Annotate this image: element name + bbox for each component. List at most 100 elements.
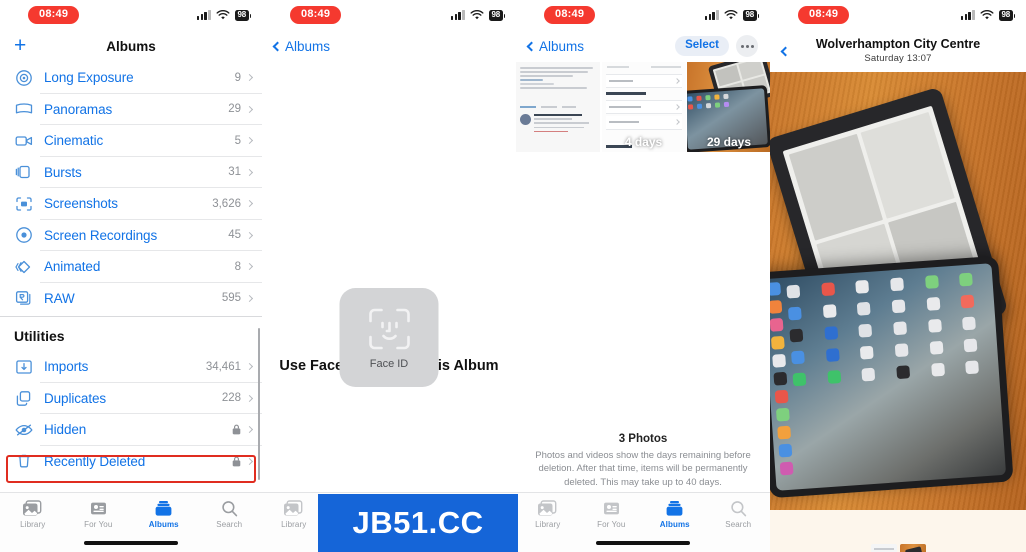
list-item[interactable]: Bursts 31 — [0, 157, 262, 189]
photo-thumbnail[interactable]: 29 days — [687, 62, 770, 152]
list-item-recently-deleted[interactable]: Recently Deleted — [0, 446, 262, 478]
list-item[interactable]: Duplicates 228 — [0, 383, 262, 415]
tab-search[interactable]: Search — [197, 500, 263, 529]
list-item[interactable]: Hidden — [0, 414, 262, 446]
page-title: Albums — [106, 38, 156, 54]
home-indicator — [84, 541, 178, 545]
battery-icon: 98 — [998, 9, 1015, 21]
filmstrip-thumbnail[interactable] — [870, 544, 897, 552]
lock-icon — [232, 456, 241, 467]
chevron-right-icon — [245, 394, 254, 402]
watermark-text: JB51.CC — [352, 505, 484, 540]
tab-label: Albums — [659, 520, 690, 529]
chevron-right-icon — [245, 294, 254, 302]
filmstrip-thumbnail[interactable] — [899, 544, 926, 552]
watermark: JB51.CC — [318, 494, 518, 552]
tab-albums[interactable]: Albums — [643, 500, 707, 529]
more-options-icon[interactable] — [736, 35, 758, 57]
cellular-bars-icon — [704, 10, 719, 20]
photo-filmstrip[interactable] — [770, 542, 1026, 552]
status-bar: 08:49 98 — [770, 0, 1026, 30]
list-item[interactable]: Cinematic 5 — [0, 125, 262, 157]
list-item-label: Screenshots — [44, 196, 118, 212]
photo-thumbnail[interactable]: 4 days — [601, 62, 686, 152]
battery-icon: 98 — [488, 9, 505, 21]
face-id-icon — [368, 308, 410, 349]
chevron-left-icon — [780, 46, 791, 56]
screenshot-stage: 08:49 98 + Albums Long Exposure 9 Panora… — [0, 0, 1026, 552]
status-bar: 08:49 98 — [262, 0, 516, 30]
photo-thumbnail[interactable] — [516, 62, 600, 152]
list-item[interactable]: Screenshots 3,626 — [0, 188, 262, 220]
list-item-label: Long Exposure — [44, 70, 134, 86]
ipad-device — [770, 255, 1014, 499]
list-item[interactable]: RAW 595 — [0, 283, 262, 315]
list-item-count: 5 — [234, 134, 241, 147]
wifi-icon — [215, 9, 230, 19]
wifi-icon — [723, 9, 738, 19]
add-album-button[interactable]: + — [14, 35, 26, 56]
photo-days-remaining: 29 days — [706, 135, 752, 149]
chevron-right-icon — [245, 363, 254, 371]
tab-bar: Library For You Albums Search — [0, 492, 262, 552]
panel-face-id: 08:49 98 Albums Use Face ID to View This… — [262, 0, 516, 552]
search-icon — [222, 501, 237, 517]
list-item[interactable]: Animated 8 — [0, 251, 262, 283]
status-icons: 98 — [196, 9, 251, 21]
animated-icon — [14, 257, 34, 277]
panorama-icon — [14, 99, 34, 119]
ipad-home-icons — [786, 272, 989, 387]
library-icon — [284, 500, 303, 516]
cellular-bars-icon — [450, 10, 465, 20]
tab-albums[interactable]: Albums — [131, 500, 197, 529]
chevron-left-icon — [526, 41, 537, 51]
tab-label: Library — [535, 520, 561, 529]
back-button[interactable]: Albums — [272, 39, 330, 54]
list-item[interactable]: Imports 34,461 — [0, 351, 262, 383]
status-bar: 08:49 98 — [0, 0, 262, 30]
back-button[interactable]: Albums — [526, 39, 584, 54]
panel-albums-list: 08:49 98 + Albums Long Exposure 9 Panora… — [0, 0, 262, 552]
select-button[interactable]: Select — [675, 36, 729, 56]
list-item-label: Hidden — [44, 422, 87, 438]
for-you-icon — [90, 502, 106, 515]
cinematic-icon — [14, 131, 34, 151]
list-item[interactable]: Panoramas 29 — [0, 94, 262, 126]
panel-recently-deleted: 08:49 98 Albums Select 4 days 29 days 3 … — [516, 0, 770, 552]
tab-label: Library — [20, 520, 46, 529]
tab-library[interactable]: Library — [516, 500, 580, 529]
panel-photo-detail: 08:49 98 Wolverhampton City Centre Satur… — [770, 0, 1026, 552]
face-id-card[interactable]: Face ID — [339, 288, 439, 387]
back-button[interactable] — [780, 46, 791, 56]
photo-grid: 4 days 29 days — [516, 62, 770, 152]
tab-for-you[interactable]: For You — [580, 500, 644, 529]
trash-icon — [14, 451, 34, 471]
list-item[interactable]: Long Exposure 9 — [0, 62, 262, 94]
tab-label: Search — [725, 520, 752, 529]
raw-icon — [14, 288, 34, 308]
tab-library[interactable]: Library — [262, 500, 326, 529]
list-item-count: 34,461 — [205, 360, 241, 373]
tab-search[interactable]: Search — [707, 500, 771, 529]
list-item-count: 8 — [234, 260, 241, 273]
list-item-label: Panoramas — [44, 101, 113, 117]
status-time: 08:49 — [290, 6, 342, 24]
photo-viewer[interactable]: Delete Recover — [770, 72, 1026, 552]
photo-count: 3 Photos — [618, 432, 668, 445]
list-item-count: 29 — [228, 103, 241, 116]
navbar-photo-detail: Wolverhampton City Centre Saturday 13:07 — [770, 30, 1026, 72]
tab-library[interactable]: Library — [0, 500, 66, 529]
recently-deleted-footer: 3 Photos Photos and videos show the days… — [516, 433, 770, 490]
face-id-caption: Face ID — [369, 357, 409, 370]
tab-for-you[interactable]: For You — [66, 500, 132, 529]
bursts-icon — [14, 162, 34, 182]
navbar-back: Albums — [262, 30, 516, 62]
chevron-right-icon — [245, 168, 254, 176]
albums-icon — [155, 501, 172, 516]
hidden-icon — [14, 420, 34, 440]
tab-label: Library — [281, 520, 307, 529]
scrollbar-indicator[interactable] — [257, 328, 260, 480]
list-item-count: 45 — [228, 229, 241, 242]
chevron-left-icon — [272, 41, 283, 51]
list-item[interactable]: Screen Recordings 45 — [0, 220, 262, 252]
